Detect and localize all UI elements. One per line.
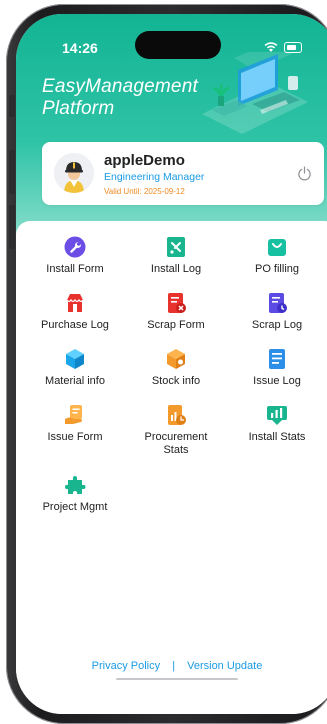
user-name: appleDemo (104, 152, 185, 169)
menu-install-log[interactable]: Install Log (131, 236, 221, 276)
user-role: Engineering Manager (104, 171, 205, 183)
header-banner: 14:26 EasyManagement Platform appleDemo … (16, 14, 327, 246)
cube-icon (66, 349, 84, 369)
menu-label: Issue Log (253, 375, 301, 387)
store-icon (66, 294, 84, 312)
menu-label: Procurement Stats (144, 431, 208, 456)
valid-date: 2025-09-12 (143, 187, 185, 196)
menu-project-mgmt[interactable]: Project Mgmt (30, 474, 120, 514)
menu-label: Install Stats (248, 431, 306, 443)
menu-label: Stock info (151, 375, 201, 387)
phone-screen: 14:26 EasyManagement Platform appleDemo … (16, 14, 327, 714)
menu-material-info[interactable]: Material info (30, 348, 120, 388)
menu-label: Material info (45, 375, 105, 387)
menu-po-filling[interactable]: PO filling (232, 236, 322, 276)
footer-separator: | (172, 660, 176, 672)
user-card: appleDemo Engineering Manager Valid Unti… (42, 142, 324, 205)
mute-switch (9, 95, 15, 117)
scrap-log-icon (269, 293, 287, 313)
feature-panel: Install Form Install Log PO filling Purc… (16, 221, 327, 714)
home-indicator (116, 678, 238, 680)
shopping-bag-icon (268, 239, 286, 256)
menu-issue-form[interactable]: Issue Form (30, 404, 120, 444)
stats-icon (267, 406, 287, 425)
valid-until: Valid Until: 2025-09-12 (104, 187, 185, 196)
menu-label: Purchase Log (41, 319, 109, 331)
menu-scrap-form[interactable]: Scrap Form (131, 292, 221, 332)
volume-up-button (9, 150, 15, 194)
status-time: 14:26 (62, 40, 98, 56)
menu-label: Scrap Log (251, 319, 303, 331)
menu-purchase-log[interactable]: Purchase Log (30, 292, 120, 332)
menu-issue-log[interactable]: Issue Log (232, 348, 322, 388)
menu-stock-info[interactable]: Stock info (131, 348, 221, 388)
menu-install-form[interactable]: Install Form (30, 236, 120, 276)
menu-scrap-log[interactable]: Scrap Log (232, 292, 322, 332)
menu-label: Project Mgmt (42, 501, 108, 513)
privacy-policy-link[interactable]: Privacy Policy (92, 660, 160, 672)
app-title: EasyManagement Platform (42, 76, 198, 119)
box-icon (167, 349, 185, 369)
scrap-form-icon (168, 293, 186, 313)
engineer-avatar-icon (54, 153, 94, 193)
menu-label: Issue Form (47, 431, 103, 443)
menu-label: Scrap Form (147, 319, 205, 331)
power-icon[interactable] (297, 166, 312, 181)
tools-log-icon (167, 237, 185, 257)
puzzle-icon (65, 476, 86, 494)
workspace-illustration (202, 52, 308, 134)
menu-install-stats[interactable]: Install Stats (232, 404, 322, 444)
document-icon (269, 349, 285, 369)
menu-label: PO filling (254, 263, 300, 275)
chart-doc-icon (168, 405, 186, 425)
battery-icon (284, 41, 302, 53)
wrench-icon (64, 236, 86, 258)
version-update-link[interactable]: Version Update (187, 660, 262, 672)
menu-label: Install Form (46, 263, 104, 275)
footer-links: Privacy Policy | Version Update (16, 660, 327, 672)
menu-label: Install Log (150, 263, 202, 275)
avatar (54, 153, 94, 193)
menu-procurement-stats[interactable]: Procurement Stats (131, 404, 221, 457)
hand-document-icon (65, 405, 82, 424)
valid-label: Valid Until: (104, 187, 142, 196)
volume-down-button (9, 205, 15, 249)
